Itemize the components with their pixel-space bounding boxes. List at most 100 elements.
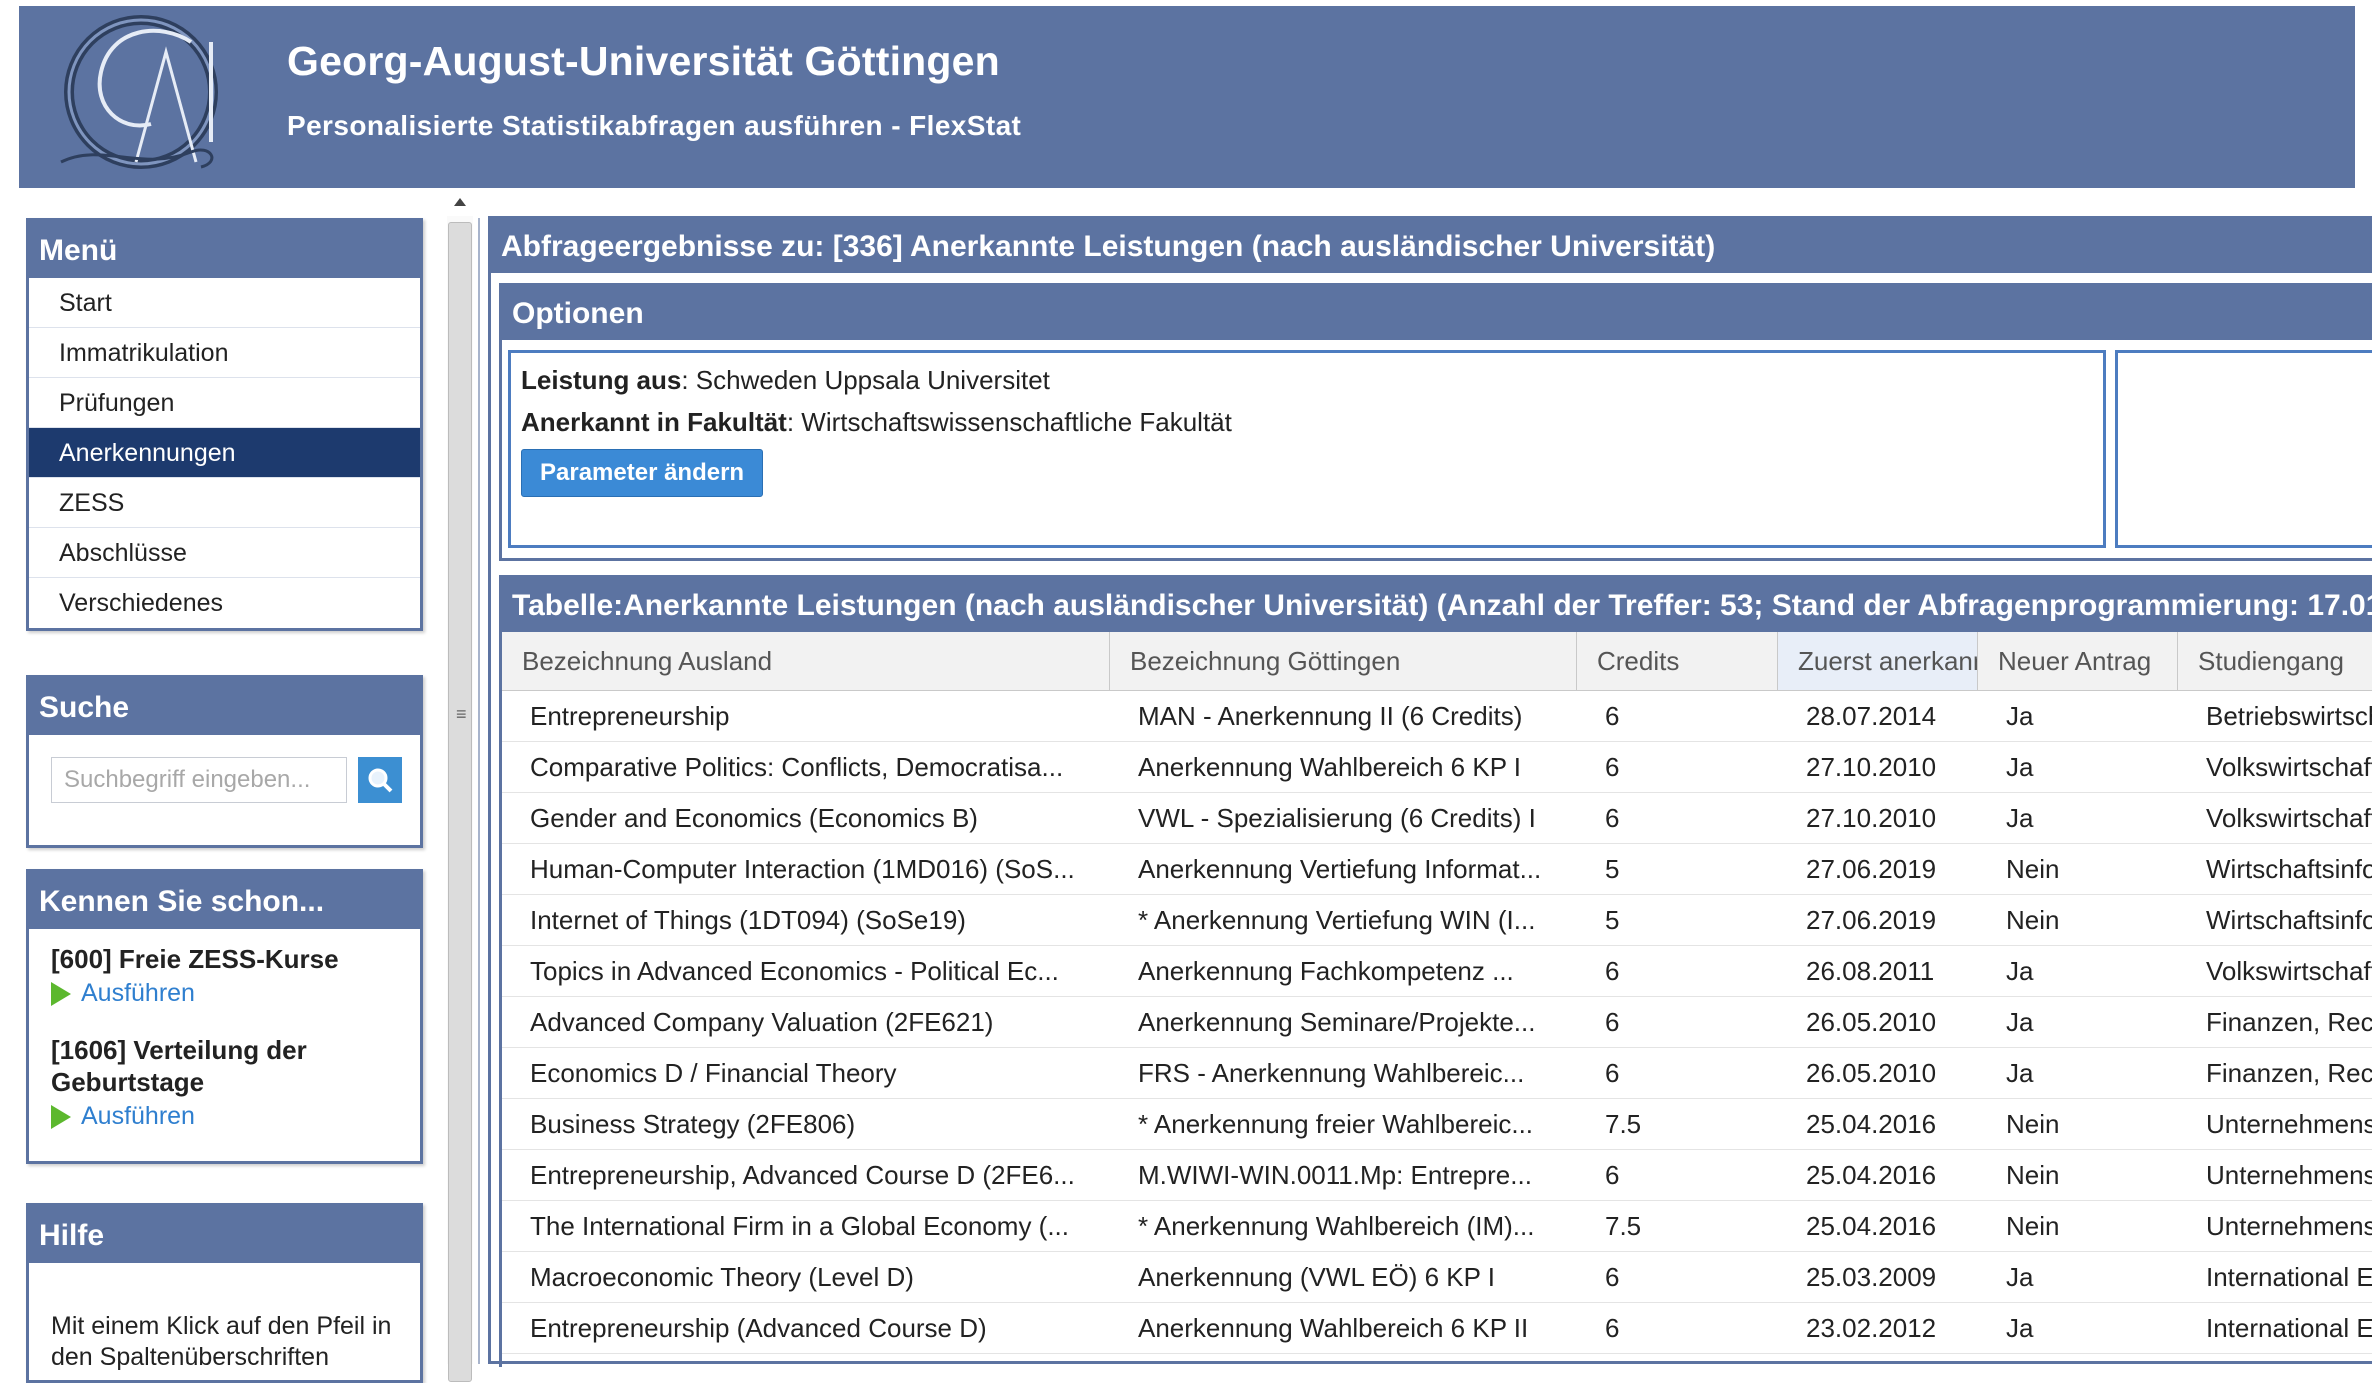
cell-credits: 5 <box>1605 854 1620 884</box>
search-panel: Suche <box>26 675 423 848</box>
cell-credits: 5 <box>1605 905 1620 935</box>
table-row[interactable]: Entrepreneurship, Advanced Course D (2FE… <box>502 1150 2372 1201</box>
table-row[interactable]: Advanced Company Valuation (2FE621) Anerk… <box>502 997 2372 1048</box>
cell-bezeichnung-goettingen: Anerkennung VWL Spezialisie... <box>1110 1354 1577 1367</box>
cell-neuer-antrag: Nein <box>2006 905 2060 935</box>
cell-studiengang: Unternehmensführung <box>2206 1109 2372 1139</box>
column-header-studiengang[interactable]: Studiengang <box>2178 632 2372 690</box>
cell-zuerst-anerkannt: 25.04.2016 <box>1806 1211 1937 1241</box>
menu-item-anerkennungen[interactable]: Anerkennungen <box>29 428 420 478</box>
cell-bezeichnung-ausland: Macroeconomic Theory (Level D) <box>530 1262 914 1292</box>
cell-bezeichnung-ausland: The International Firm in a Global Econo… <box>530 1211 1070 1241</box>
cell-neuer-antrag: Nein <box>2006 1109 2060 1139</box>
cell-bezeichnung-ausland: Comparative Politics: Conflicts, Democra… <box>530 752 1064 782</box>
cell-bezeichnung-ausland: Political Economics <box>502 1354 1110 1367</box>
menu-item-start[interactable]: Start <box>29 278 420 328</box>
cell-bezeichnung-ausland: Entrepreneurship, Advanced Course D (2FE… <box>530 1160 1075 1190</box>
menu-item-zess[interactable]: ZESS <box>29 478 420 528</box>
search-icon <box>368 768 393 793</box>
cell-bezeichnung-ausland: Business Strategy (2FE806) <box>530 1109 856 1139</box>
search-button[interactable] <box>358 757 402 803</box>
option-leistung: Leistung aus: Schweden Uppsala Universit… <box>521 365 1050 396</box>
column-header-zuerst-anerkannt[interactable]: Zuerst anerkannt <box>1778 632 1978 690</box>
table-row[interactable]: Comparative Politics: Conflicts, Democra… <box>502 742 2372 793</box>
menu-item-pruefungen[interactable]: Prüfungen <box>29 378 420 428</box>
cell-zuerst-anerkannt: 22.02.2012 <box>1778 1354 1978 1367</box>
cell-neuer-antrag: Ja <box>2006 752 2034 782</box>
cell-studiengang: Finanzen, Rechnungswesen <box>2206 1007 2372 1037</box>
grip-icon: ≡ <box>456 704 467 724</box>
table-title: Tabelle:Anerkannte Leistungen (nach ausl… <box>502 578 2372 632</box>
options-side-box <box>2115 350 2372 548</box>
university-logo-icon <box>60 15 218 169</box>
run-link[interactable]: Ausführen <box>51 1102 398 1131</box>
table-row[interactable]: Macroeconomic Theory (Level D) Anerkennun… <box>502 1252 2372 1303</box>
sidebar-scrollbar[interactable]: ≡ <box>445 192 475 1382</box>
cell-bezeichnung-ausland: Topics in Advanced Economics - Political… <box>530 956 1059 986</box>
column-header-bezeichnung-ausland[interactable]: Bezeichnung Ausland <box>502 632 1110 690</box>
cell-zuerst-anerkannt: 27.10.2010 <box>1806 752 1937 782</box>
cell-bezeichnung-ausland: Entrepreneurship (Advanced Course D) <box>530 1313 987 1343</box>
menu-item-verschiedenes[interactable]: Verschiedenes <box>29 578 420 628</box>
menu-title: Menü <box>29 221 420 278</box>
cell-bezeichnung-goettingen: MAN - Anerkennung II (6 Credits) <box>1138 701 1523 731</box>
table-row[interactable]: Entrepreneurship (Advanced Course D) Aner… <box>502 1303 2372 1354</box>
run-link-label: Ausführen <box>81 979 195 1007</box>
cell-credits: 6 <box>1605 1007 1620 1037</box>
cell-studiengang: Wirtschaftsinformatik <box>2206 854 2372 884</box>
know-item-title: [1606] Verteilung der Geburtstage <box>51 1035 307 1097</box>
cell-credits: 6 <box>1605 1160 1620 1190</box>
column-header-credits[interactable]: Credits <box>1577 632 1778 690</box>
cell-neuer-antrag: Nein <box>2006 1211 2060 1241</box>
cell-bezeichnung-ausland: Human-Computer Interaction (1MD016) (SoS… <box>530 854 1075 884</box>
column-header-neuer-antrag[interactable]: Neuer Antrag <box>1978 632 2178 690</box>
cell-studiengang: Betriebswirtschaftslehre <box>2206 701 2372 731</box>
option-leistung-value: : Schweden Uppsala Universitet <box>681 365 1050 395</box>
option-leistung-label: Leistung aus <box>521 365 682 395</box>
cell-zuerst-anerkannt: 27.06.2019 <box>1806 854 1937 884</box>
column-header-bezeichnung-goettingen[interactable]: Bezeichnung Göttingen <box>1110 632 1577 690</box>
help-title: Hilfe <box>29 1206 420 1263</box>
know-item-title: [600] Freie ZESS-Kurse <box>51 944 339 974</box>
table-row[interactable]: Economics D / Financial Theory FRS - Aner… <box>502 1048 2372 1099</box>
menu-item-immatrikulation[interactable]: Immatrikulation <box>29 328 420 378</box>
run-link-label: Ausführen <box>81 1102 195 1130</box>
cell-studiengang: Volkswirtschaftslehre <box>2206 803 2372 833</box>
scroll-thumb[interactable]: ≡ <box>448 222 472 1382</box>
search-input[interactable] <box>51 757 347 803</box>
run-link[interactable]: Ausführen <box>51 979 398 1008</box>
table-row[interactable]: Political EconomicsAnerkennung VWL Spezi… <box>502 1354 2372 1367</box>
cell-bezeichnung-goettingen: FRS - Anerkennung Wahlbereic... <box>1138 1058 1525 1088</box>
scroll-up-icon[interactable] <box>454 198 466 206</box>
menu-item-abschluesse[interactable]: Abschlüsse <box>29 528 420 578</box>
table-row[interactable]: Business Strategy (2FE806) * Anerkennung … <box>502 1099 2372 1150</box>
cell-studiengang: Wirtschaftsinformatik <box>2206 905 2372 935</box>
table-row[interactable]: Gender and Economics (Economics B) VWL - … <box>502 793 2372 844</box>
cell-bezeichnung-ausland: Advanced Company Valuation (2FE621) <box>530 1007 994 1037</box>
know-title: Kennen Sie schon... <box>29 872 420 929</box>
cell-credits: 6 <box>1577 1354 1778 1367</box>
option-fakultaet-label: Anerkannt in Fakultät <box>521 407 787 437</box>
search-box <box>29 735 420 845</box>
cell-bezeichnung-ausland: Internet of Things (1DT094) (SoSe19) <box>530 905 966 935</box>
cell-bezeichnung-goettingen: * Anerkennung Wahlbereich (IM)... <box>1138 1211 1535 1241</box>
cell-neuer-antrag: Ja <box>2006 1007 2034 1037</box>
table-row[interactable]: Topics in Advanced Economics - Political… <box>502 946 2372 997</box>
cell-neuer-antrag: Nein <box>2006 854 2060 884</box>
table-row[interactable]: Entrepreneurship MAN - Anerkennung II (6 … <box>502 691 2372 742</box>
table-row[interactable]: Human-Computer Interaction (1MD016) (SoS… <box>502 844 2372 895</box>
options-title: Optionen <box>502 286 2372 340</box>
cell-bezeichnung-goettingen: Anerkennung Vertiefung Informat... <box>1138 854 1542 884</box>
table-row[interactable]: Internet of Things (1DT094) (SoSe19) * An… <box>502 895 2372 946</box>
cell-studiengang: Unternehmensführung <box>2206 1160 2372 1190</box>
cell-zuerst-anerkannt: 28.07.2014 <box>1806 701 1937 731</box>
cell-neuer-antrag: Ja <box>2006 956 2034 986</box>
change-parameters-button[interactable]: Parameter ändern <box>521 449 764 497</box>
cell-bezeichnung-goettingen: Anerkennung Seminare/Projekte... <box>1138 1007 1536 1037</box>
table-row[interactable]: The International Firm in a Global Econo… <box>502 1201 2372 1252</box>
cell-bezeichnung-ausland: Entrepreneurship <box>530 701 730 731</box>
play-icon <box>51 981 71 1006</box>
page-subtitle: Personalisierte Statistikabfragen ausfüh… <box>287 110 1022 141</box>
search-title: Suche <box>29 678 420 735</box>
results-panel: Abfrageergebnisse zu: [336] Anerkannte L… <box>488 216 2372 1367</box>
